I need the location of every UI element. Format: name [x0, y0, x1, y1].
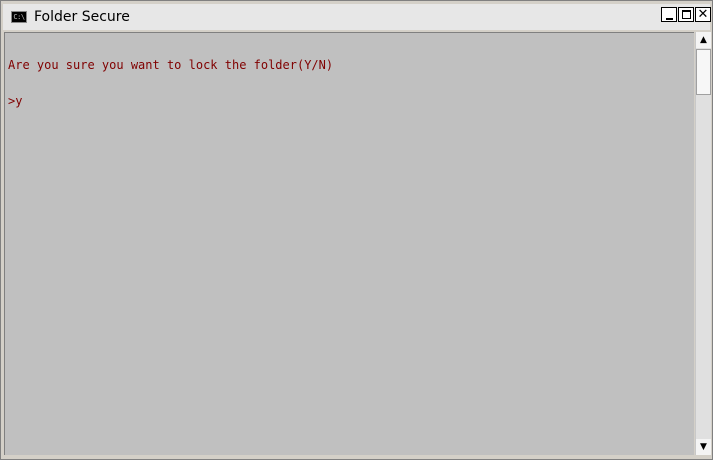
window-title: Folder Secure: [34, 9, 130, 25]
chevron-down-icon: ▼: [700, 442, 707, 452]
maximize-icon: [681, 10, 691, 19]
minimize-icon: [665, 17, 673, 20]
scroll-up-button[interactable]: ▲: [696, 32, 711, 48]
close-icon: ✕: [697, 7, 709, 22]
console-window: C:\ Folder Secure ✕ Are you sure you wan…: [0, 0, 713, 460]
title-bar[interactable]: C:\ Folder Secure: [3, 4, 710, 30]
vertical-scrollbar[interactable]: ▲ ▼: [695, 32, 711, 455]
close-button[interactable]: ✕: [695, 7, 711, 22]
chevron-up-icon: ▲: [700, 35, 707, 45]
scrollbar-thumb[interactable]: [696, 49, 711, 95]
console-output[interactable]: Are you sure you want to lock the folder…: [4, 32, 694, 455]
console-icon[interactable]: C:\: [11, 11, 27, 23]
console-line-prompt: Are you sure you want to lock the folder…: [8, 58, 334, 72]
scroll-down-button[interactable]: ▼: [696, 439, 711, 455]
console-line-input: >y: [8, 94, 23, 108]
maximize-button[interactable]: [678, 7, 694, 22]
minimize-button[interactable]: [661, 7, 677, 22]
